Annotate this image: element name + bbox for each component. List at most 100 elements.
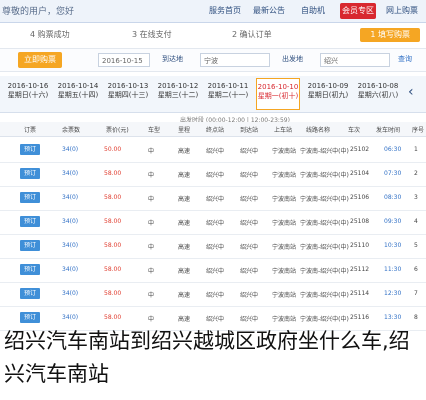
col-price: 票价(元): [106, 127, 129, 134]
date-weekday: 星期日(十六): [7, 91, 49, 99]
tab-member[interactable]: 会员专区: [340, 3, 376, 19]
date-weekday: 星期五(十四): [57, 91, 99, 99]
tab-notice[interactable]: 最新公告: [252, 3, 286, 19]
book-button[interactable]: 预订: [20, 144, 40, 155]
distance-cell: 高速: [178, 148, 191, 155]
col-boarding: 上车站: [274, 127, 293, 134]
tab-home[interactable]: 服务首页: [208, 3, 242, 19]
line-cell: 宁波南-绍兴中(中): [300, 172, 349, 179]
book-button[interactable]: 预订: [20, 312, 40, 323]
from-input[interactable]: 绍兴: [320, 53, 390, 67]
distance-cell: 高速: [178, 196, 191, 203]
book-button[interactable]: 预订: [20, 216, 40, 227]
col-terminal: 终点站: [206, 127, 225, 134]
index-cell: 5: [414, 242, 418, 249]
col-index: 序号: [412, 127, 425, 134]
type-cell: 中: [148, 316, 155, 323]
tab-kiosk[interactable]: 自助机: [296, 3, 330, 19]
date-day: 2016-10-11: [207, 82, 249, 90]
time-cell: 13:30: [384, 314, 402, 321]
line-cell: 宁波南-绍兴中(中): [300, 196, 349, 203]
time-cell: 06:30: [384, 146, 402, 153]
col-type: 车型: [148, 127, 161, 134]
book-button[interactable]: 预订: [20, 192, 40, 203]
date-input[interactable]: 2016-10-15: [98, 53, 150, 67]
type-cell: 中: [148, 244, 155, 251]
trip-cell: 25114: [350, 290, 370, 297]
table-row: 预订 34(0) 58.00 中 高速 绍兴中 绍兴中 宁波南站 宁波南-绍兴中(中) 25106…: [0, 186, 426, 211]
date-day: 2016-10-13: [107, 82, 149, 90]
date-weekday: 星期一(初十): [257, 92, 299, 100]
seats-cell: 34(0): [62, 242, 79, 249]
date-day: 2016-10-14: [57, 82, 99, 90]
date-weekday: 星期二(十一): [207, 91, 249, 99]
price-cell: 58.00: [104, 218, 122, 225]
book-button[interactable]: 预订: [20, 240, 40, 251]
terminal-cell: 绍兴中: [206, 268, 225, 275]
boarding-cell: 宁波南站: [272, 148, 297, 155]
table-row: 预订 34(0) 58.00 中 高速 绍兴中 绍兴中 宁波南站 宁波南-绍兴中(中) 25114…: [0, 282, 426, 307]
arrival-cell: 绍兴中: [240, 292, 259, 299]
boarding-cell: 宁波南站: [272, 196, 297, 203]
index-cell: 3: [414, 194, 418, 201]
date-day: 2016-10-08: [357, 82, 399, 90]
seats-cell: 34(0): [62, 170, 79, 177]
chevron-left-icon[interactable]: ‹: [408, 84, 414, 100]
price-cell: 58.00: [104, 266, 122, 273]
line-cell: 宁波南-绍兴中(中): [300, 244, 349, 251]
welcome-text: 尊敬的用户，您好: [2, 7, 75, 17]
terminal-cell: 绍兴中: [206, 244, 225, 251]
table-header: 订票 余票数 票价(元) 车型 里程 终点站 到达站 上车站 线路名称 车次 发…: [0, 122, 426, 137]
date-weekday: 星期六(初八): [357, 91, 399, 99]
terminal-cell: 绍兴中: [206, 316, 225, 323]
from-label: 出发地: [282, 55, 303, 63]
seats-cell: 34(0): [62, 314, 79, 321]
table-row: 预订 34(0) 58.00 中 高速 绍兴中 绍兴中 宁波南站 宁波南-绍兴中(中) 25110…: [0, 234, 426, 259]
trip-cell: 25110: [350, 242, 370, 249]
to-input[interactable]: 宁波: [200, 53, 270, 67]
buy-now-button[interactable]: 立即购票: [18, 52, 62, 68]
price-cell: 58.00: [104, 314, 122, 321]
date-day: 2016-10-16: [7, 82, 49, 90]
seats-cell: 34(0): [62, 290, 79, 297]
date-option[interactable]: 2016-10-08 星期六(初八): [356, 78, 400, 110]
seats-cell: 34(0): [62, 218, 79, 225]
arrival-cell: 绍兴中: [240, 268, 259, 275]
arrival-cell: 绍兴中: [240, 196, 259, 203]
date-option[interactable]: 2016-10-14 星期五(十四): [56, 78, 100, 110]
price-cell: 50.00: [104, 146, 122, 153]
col-time: 发车时间: [376, 127, 401, 134]
date-weekday: 星期日(初九): [307, 91, 349, 99]
index-cell: 2: [414, 170, 418, 177]
book-button[interactable]: 预订: [20, 168, 40, 179]
line-cell: 宁波南-绍兴中(中): [300, 292, 349, 299]
book-button[interactable]: 预订: [20, 288, 40, 299]
type-cell: 中: [148, 220, 155, 227]
search-button[interactable]: 查询: [398, 54, 412, 64]
type-cell: 中: [148, 292, 155, 299]
col-trip: 车次: [348, 127, 361, 134]
arrival-cell: 绍兴中: [240, 148, 259, 155]
date-option[interactable]: 2016-10-09 星期日(初九): [306, 78, 350, 110]
booking-steps: 1 填写购票 2 确认订单 3 在线支付 4 购票成功: [0, 28, 426, 44]
seats-cell: 34(0): [62, 266, 79, 273]
book-button[interactable]: 预订: [20, 264, 40, 275]
tab-online-ticket[interactable]: 网上购票: [382, 3, 422, 19]
date-day: 2016-10-10: [257, 83, 299, 91]
index-cell: 7: [414, 290, 418, 297]
date-option[interactable]: 2016-10-16 星期日(十六): [6, 78, 50, 110]
terminal-cell: 绍兴中: [206, 148, 225, 155]
distance-cell: 高速: [178, 172, 191, 179]
table-row: 预订 34(0) 50.00 中 高速 绍兴中 绍兴中 宁波南站 宁波南-绍兴中(中) 25102…: [0, 138, 426, 163]
boarding-cell: 宁波南站: [272, 292, 297, 299]
date-option[interactable]: 2016-10-13 星期四(十三): [106, 78, 150, 110]
trip-cell: 25116: [350, 314, 370, 321]
price-cell: 58.00: [104, 194, 122, 201]
distance-cell: 高速: [178, 244, 191, 251]
trip-cell: 25104: [350, 170, 370, 177]
date-day: 2016-10-12: [157, 82, 199, 90]
time-cell: 12:30: [384, 290, 402, 297]
date-option[interactable]: 2016-10-12 星期三(十二): [156, 78, 200, 110]
date-option[interactable]: 2016-10-11 星期二(十一): [206, 78, 250, 110]
date-option-selected[interactable]: 2016-10-10 星期一(初十): [256, 78, 300, 110]
